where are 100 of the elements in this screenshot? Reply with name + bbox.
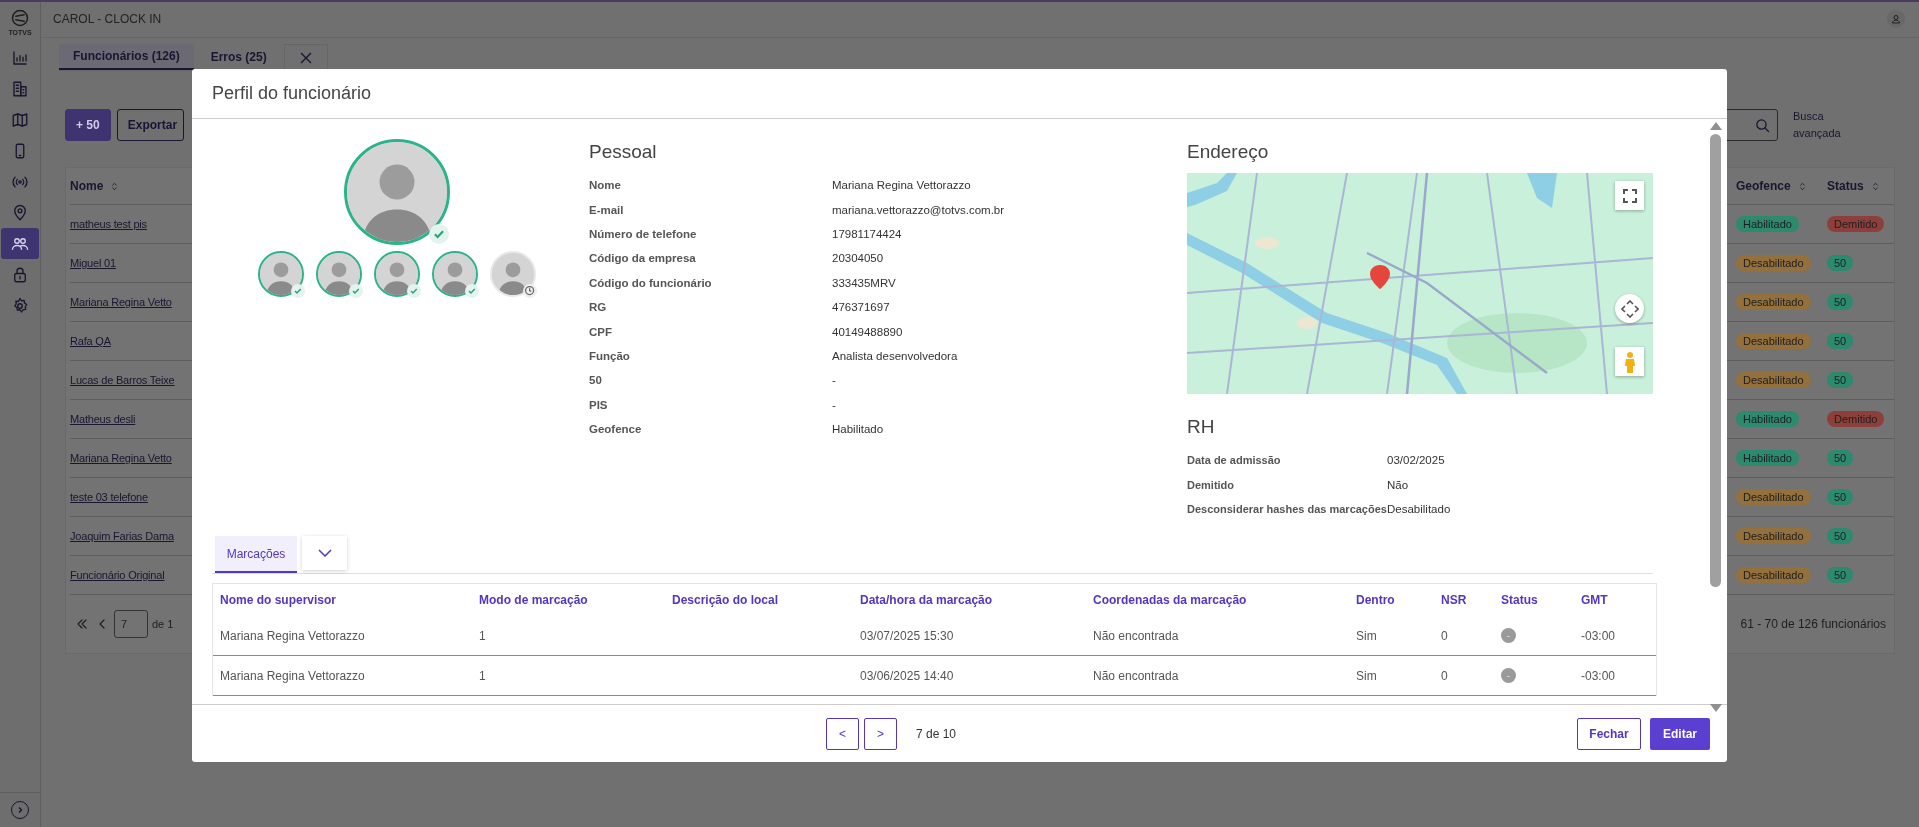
field-label: 50	[589, 374, 603, 387]
column-header: GMT	[1581, 593, 1609, 607]
employee-link[interactable]: Miguel 01	[70, 257, 116, 269]
employee-link[interactable]: Mariana Regina Vetto	[70, 296, 172, 308]
field-label: E-mail	[589, 203, 625, 216]
page-summary: 61 - 70 de 126 funcionários	[1740, 617, 1886, 631]
employee-link[interactable]: teste 03 telefone	[70, 491, 148, 503]
scroll-down-icon[interactable]	[1709, 704, 1722, 712]
tab[interactable]: Funcionários (126)	[59, 44, 194, 70]
field-label: Data de admissão	[1187, 454, 1282, 467]
next-button[interactable]: >	[864, 717, 897, 750]
avatar[interactable]	[316, 251, 362, 297]
column-header[interactable]: Status	[1827, 179, 1864, 193]
employee-link[interactable]: Lucas de Barros Teixe	[70, 374, 175, 386]
tab[interactable]: Marcações	[215, 536, 297, 573]
status-badge: Demitido	[1827, 216, 1885, 232]
status-badge: Desabilitado	[1736, 294, 1811, 310]
advanced-search-link[interactable]: Busca avançada	[1793, 108, 1843, 142]
status-badge: 50	[1827, 372, 1854, 388]
tab[interactable]: Erros (25)	[196, 44, 281, 70]
table-cell-text: 03/06/2025 14:40	[860, 668, 955, 683]
user-icon[interactable]	[1887, 9, 1905, 28]
section-title: RH	[1187, 416, 1215, 438]
table-cell-text: 1	[479, 668, 487, 683]
avatar[interactable]	[374, 251, 420, 297]
person-silhouette-icon	[434, 253, 476, 295]
table-cell-text: -03:00	[1581, 668, 1617, 683]
add-button[interactable]: + 50	[65, 109, 111, 141]
field-label: CPF	[589, 325, 613, 338]
status-badge: 50	[1827, 450, 1854, 466]
bar-chart-icon	[11, 48, 29, 67]
employee-link[interactable]: Matheus desli	[70, 413, 136, 425]
field-value: Desabilitado	[1387, 502, 1451, 515]
table-cell-text: 0	[1441, 628, 1449, 643]
person-silhouette-icon	[260, 253, 302, 295]
employee-link[interactable]: matheus test pis	[70, 218, 147, 230]
scroll-up-icon[interactable]	[1709, 122, 1722, 130]
logo-icon	[10, 8, 30, 28]
person-silhouette-icon	[318, 253, 360, 295]
status-badge: 50	[1827, 294, 1854, 310]
employee-link[interactable]: Mariana Regina Vetto	[70, 452, 172, 464]
status-badge: Desabilitado	[1736, 567, 1811, 583]
close-button[interactable]: Fechar	[1577, 717, 1641, 750]
field-label: Demitido	[1187, 478, 1236, 491]
status-badge: Desabilitado	[1736, 333, 1811, 349]
column-header: Modo de marcação	[479, 593, 589, 607]
table-cell-text: Não encontrada	[1093, 668, 1180, 683]
field-value: 476371697	[832, 301, 890, 314]
status-badge: Desabilitado	[1736, 489, 1811, 505]
table-cell-text: Sim	[1356, 628, 1378, 643]
employee-link[interactable]: Funcionário Original	[70, 569, 165, 581]
location-pin-icon	[11, 203, 29, 222]
column-header: Dentro	[1356, 593, 1396, 607]
field-label: PIS	[589, 398, 609, 411]
search-icon	[1754, 116, 1771, 134]
employee-link[interactable]: Joaquim Farias Dama	[70, 530, 174, 542]
column-header[interactable]: Geofence	[1736, 179, 1791, 193]
page-indicator: 7 de 10	[916, 726, 957, 741]
scrollbar-thumb[interactable]	[1710, 134, 1721, 587]
lock-icon	[11, 265, 29, 284]
status-badge: Habilitado	[1736, 450, 1799, 466]
person-silhouette-icon	[376, 253, 418, 295]
field-value: -	[832, 374, 836, 387]
table-cell-text: Não encontrada	[1093, 628, 1180, 643]
field-label: Geofence	[589, 423, 643, 436]
person-icon[interactable]	[1615, 347, 1644, 376]
field-label: Função	[589, 349, 631, 362]
page-total: de 1	[152, 618, 174, 630]
fullscreen-icon[interactable]	[1615, 181, 1644, 210]
person-silhouette-icon	[347, 142, 447, 242]
avatar[interactable]	[258, 251, 304, 297]
field-value: 333435MRV	[832, 276, 896, 289]
sidebar-item[interactable]	[1, 228, 39, 259]
column-header[interactable]: Nome	[70, 179, 104, 193]
employee-link[interactable]: Rafa QA	[70, 335, 111, 347]
status-badge: 50	[1827, 255, 1854, 271]
previous-button[interactable]: <	[826, 717, 859, 750]
export-button[interactable]: Exportar	[116, 109, 185, 141]
field-label: RG	[589, 301, 608, 314]
settings-icon	[11, 296, 29, 315]
status-badge: Desabilitado	[1736, 528, 1811, 544]
field-label: Código do funcionário	[589, 276, 713, 289]
map-icon	[11, 110, 29, 129]
field-value: Habilitado	[832, 423, 884, 436]
column-header: Coordenadas da marcação	[1093, 593, 1248, 607]
table-cell-text: Mariana Regina Vettorazzo	[220, 628, 366, 643]
field-value: mariana.vettorazzo@totvs.com.br	[832, 203, 1005, 216]
field-value: Analista desenvolvedora	[832, 349, 958, 362]
table-cell-text: Mariana Regina Vettorazzo	[220, 668, 366, 683]
avatar[interactable]	[432, 251, 478, 297]
app-title: CAROL - CLOCK IN	[53, 11, 162, 26]
edit-button[interactable]: Editar	[1650, 717, 1710, 750]
field-label: Código da empresa	[589, 252, 697, 265]
field-value: 20304050	[832, 252, 884, 265]
dialog-title: Perfil do funcionário	[212, 83, 372, 104]
section-title: Endereço	[1187, 141, 1269, 163]
table-cell-text: -03:00	[1581, 628, 1617, 643]
status-badge: Demitido	[1827, 411, 1885, 427]
chevron-down-icon[interactable]	[302, 536, 347, 570]
page-field[interactable]: 7	[114, 610, 148, 638]
